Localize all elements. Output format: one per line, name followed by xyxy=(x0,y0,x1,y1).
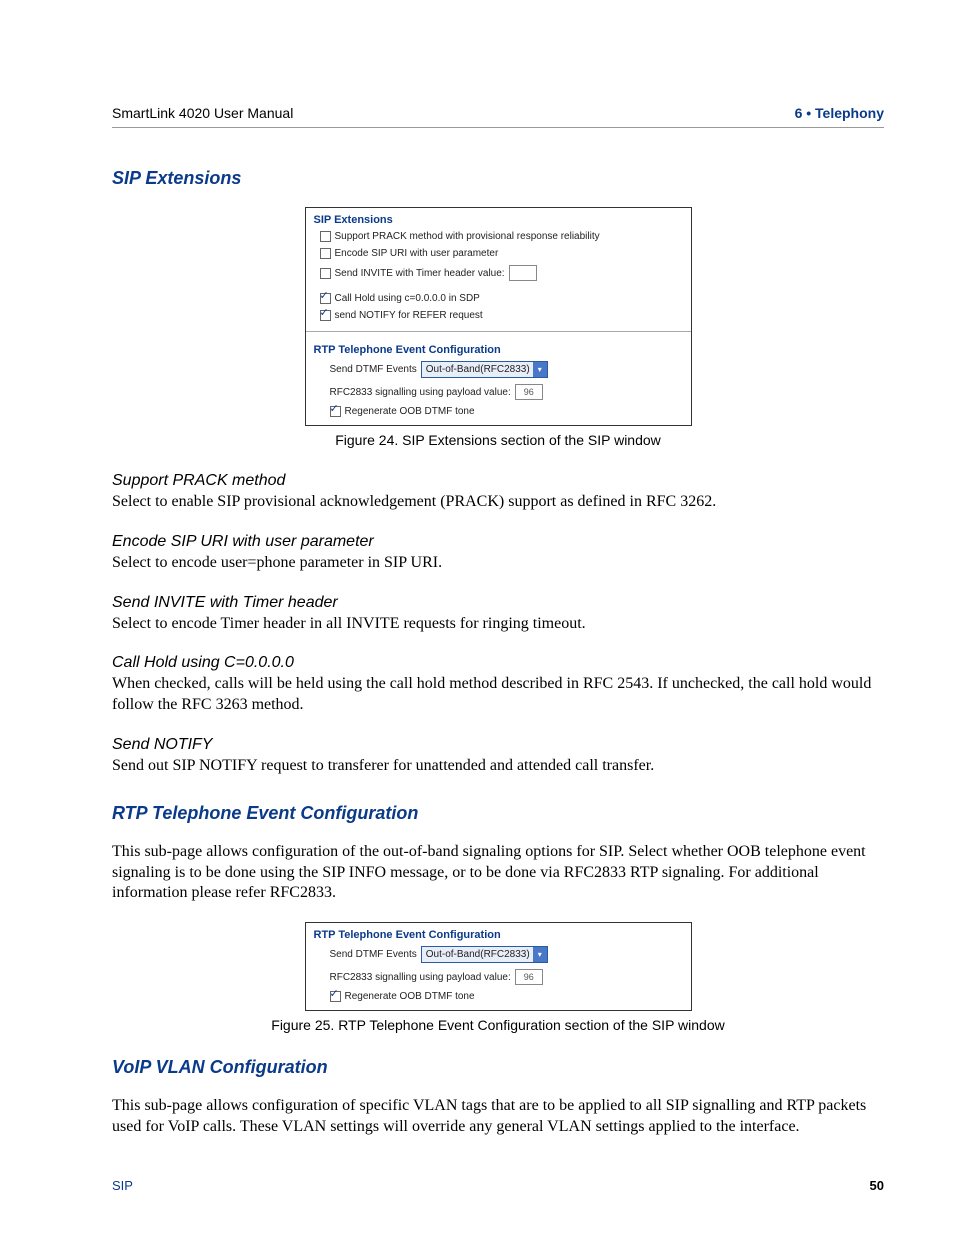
page-header: SmartLink 4020 User Manual 6 • Telephony xyxy=(112,105,884,128)
header-left: SmartLink 4020 User Manual xyxy=(112,105,293,121)
fig25-rtp-send: Send DTMF Events Out-of-Band(RFC2833) ▾ xyxy=(306,944,691,967)
fig24-opt1-label: Support PRACK method with provisional re… xyxy=(335,231,600,242)
fig24-opt-hold: Call Hold using c=0.0.0.0 in SDP xyxy=(306,291,691,308)
fig25-rtp-dropdown-value: Out-of-Band(RFC2833) xyxy=(426,949,530,960)
fig24-opt-encode: Encode SIP URI with user parameter xyxy=(306,246,691,263)
fig24-rtp-payload-label: RFC2833 signalling using payload value: xyxy=(330,387,511,398)
fig24-rtp-dropdown-value: Out-of-Band(RFC2833) xyxy=(426,364,530,375)
fig25-rtp-regen: Regenerate OOB DTMF tone xyxy=(306,989,691,1006)
body-invite: Select to encode Timer header in all INV… xyxy=(112,614,884,635)
fig24-rtp-payload: RFC2833 signalling using payload value: … xyxy=(306,382,691,404)
fig25-rtp-dropdown[interactable]: Out-of-Band(RFC2833) ▾ xyxy=(421,946,548,963)
body-hold: When checked, calls will be held using t… xyxy=(112,674,884,716)
document-page: SmartLink 4020 User Manual 6 • Telephony… xyxy=(0,0,954,1253)
figure-25-screenshot: RTP Telephone Event Configuration Send D… xyxy=(305,922,692,1011)
fig25-rtp-regen-label: Regenerate OOB DTMF tone xyxy=(345,991,475,1002)
section-title-rtp: RTP Telephone Event Configuration xyxy=(112,803,884,824)
figure-25: RTP Telephone Event Configuration Send D… xyxy=(112,922,884,1033)
fig24-timer-input[interactable] xyxy=(509,265,537,281)
checkbox-checked-icon[interactable] xyxy=(320,310,331,321)
heading-invite: Send INVITE with Timer header xyxy=(112,594,884,612)
figure-24-screenshot: SIP Extensions Support PRACK method with… xyxy=(305,207,692,426)
body-rtp: This sub-page allows configuration of th… xyxy=(112,842,884,904)
footer-right: 50 xyxy=(870,1178,884,1193)
fig24-opt-notify: send NOTIFY for REFER request xyxy=(306,308,691,325)
fig24-rtp-send-label: Send DTMF Events xyxy=(330,364,417,375)
body-encode: Select to encode user=phone parameter in… xyxy=(112,553,884,574)
checkbox-checked-icon[interactable] xyxy=(330,991,341,1002)
fig24-rtp-regen-label: Regenerate OOB DTMF tone xyxy=(345,406,475,417)
figure-24: SIP Extensions Support PRACK method with… xyxy=(112,207,884,448)
checkbox-checked-icon[interactable] xyxy=(330,406,341,417)
figure-24-caption: Figure 24. SIP Extensions section of the… xyxy=(112,432,884,448)
fig24-opt-prack: Support PRACK method with provisional re… xyxy=(306,229,691,246)
heading-encode: Encode SIP URI with user parameter xyxy=(112,533,884,551)
fig25-rtp-payload-label: RFC2833 signalling using payload value: xyxy=(330,972,511,983)
fig24-opt2-label: Encode SIP URI with user parameter xyxy=(335,248,499,259)
section-title-sip-extensions: SIP Extensions xyxy=(112,168,884,189)
fig24-rtp-dropdown[interactable]: Out-of-Band(RFC2833) ▾ xyxy=(421,361,548,378)
fig24-rtp-payload-input[interactable]: 96 xyxy=(515,384,543,400)
footer-left: SIP xyxy=(112,1178,133,1193)
checkbox-unchecked-icon[interactable] xyxy=(320,231,331,242)
body-notify: Send out SIP NOTIFY request to transfere… xyxy=(112,756,884,777)
dropdown-arrow-icon: ▾ xyxy=(533,947,547,962)
fig24-opt5-label: send NOTIFY for REFER request xyxy=(335,310,483,321)
fig24-opt-invite: Send INVITE with Timer header value: xyxy=(306,263,691,285)
body-vlan: This sub-page allows configuration of sp… xyxy=(112,1096,884,1138)
page-footer: SIP 50 xyxy=(112,1178,884,1193)
fig24-opt3-label: Send INVITE with Timer header value: xyxy=(335,268,505,279)
heading-prack: Support PRACK method xyxy=(112,472,884,490)
figure-25-caption: Figure 25. RTP Telephone Event Configura… xyxy=(112,1017,884,1033)
dropdown-arrow-icon: ▾ xyxy=(533,362,547,377)
fig24-rtp-regen: Regenerate OOB DTMF tone xyxy=(306,404,691,421)
body-prack: Select to enable SIP provisional acknowl… xyxy=(112,492,884,513)
heading-notify: Send NOTIFY xyxy=(112,736,884,754)
checkbox-unchecked-icon[interactable] xyxy=(320,248,331,259)
fig24-sip-ext-title: SIP Extensions xyxy=(306,208,691,229)
section-title-vlan: VoIP VLAN Configuration xyxy=(112,1057,884,1078)
header-right: 6 • Telephony xyxy=(795,105,884,121)
heading-hold: Call Hold using C=0.0.0.0 xyxy=(112,654,884,672)
checkbox-checked-icon[interactable] xyxy=(320,293,331,304)
fig25-rtp-title: RTP Telephone Event Configuration xyxy=(306,923,691,944)
fig25-rtp-payload-input[interactable]: 96 xyxy=(515,969,543,985)
fig25-rtp-payload: RFC2833 signalling using payload value: … xyxy=(306,967,691,989)
fig24-opt4-label: Call Hold using c=0.0.0.0 in SDP xyxy=(335,293,480,304)
fig24-rtp-title: RTP Telephone Event Configuration xyxy=(306,338,691,359)
fig24-rtp-send: Send DTMF Events Out-of-Band(RFC2833) ▾ xyxy=(306,359,691,382)
fig25-rtp-send-label: Send DTMF Events xyxy=(330,949,417,960)
checkbox-unchecked-icon[interactable] xyxy=(320,268,331,279)
